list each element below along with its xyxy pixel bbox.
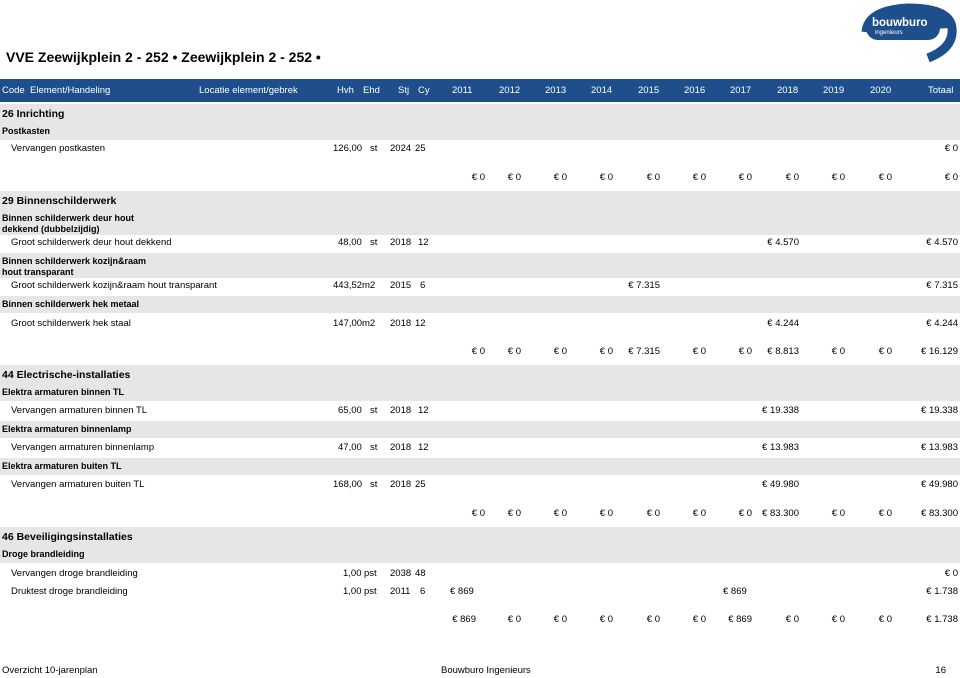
group-header: Elektra armaturen buiten TL <box>0 458 960 475</box>
col-2020: 2020 <box>870 85 892 96</box>
col-2018: 2018 <box>777 85 799 96</box>
col-totaal: Totaal <box>928 85 954 96</box>
group-header: Elektra armaturen binnen TL <box>0 384 960 401</box>
col-2011: 2011 <box>452 85 473 96</box>
col-element: Element/Handeling <box>30 85 111 96</box>
section-header: 26 Inrichting <box>0 104 960 123</box>
col-ehd: Ehd <box>363 85 380 96</box>
group-header: Droge brandleiding <box>0 546 960 563</box>
table-row: Druktest droge brandleiding 1,00 pst 201… <box>11 586 958 597</box>
page-number: 16 <box>935 665 946 676</box>
group-header: Postkasten <box>0 123 960 140</box>
table-row: Vervangen armaturen buiten TL 168,00 st … <box>11 479 958 490</box>
col-2015: 2015 <box>638 85 660 96</box>
section-header: 29 Binnenschilderwerk <box>0 191 960 210</box>
totals-row: € 0 € 0 € 0 € 0 € 7.315 € 0 € 0 € 8.813 … <box>471 346 958 357</box>
table-row: Vervangen droge brandleiding 1,00 pst 20… <box>11 568 958 579</box>
group-header: Binnen schilderwerk deur hout dekkend (d… <box>0 210 960 235</box>
table-row: Vervangen armaturen binnenlamp 47,00 st … <box>11 442 958 453</box>
totals-row: € 0 € 0 € 0 € 0 € 0 € 0 € 0 € 0 € 0 € 0 … <box>471 172 958 183</box>
col-2017: 2017 <box>730 85 752 96</box>
col-2019: 2019 <box>823 85 845 96</box>
col-2013: 2013 <box>545 85 567 96</box>
col-code: Code <box>2 85 25 96</box>
col-locatie: Locatie element/gebrek <box>199 85 298 96</box>
group-header: Binnen schilderwerk hek metaal <box>0 296 960 313</box>
table-row: Groot schilderwerk deur hout dekkend 48,… <box>11 237 958 248</box>
group-header: Binnen schilderwerk kozijn&raam hout tra… <box>0 253 960 278</box>
table-row: Groot schilderwerk hek staal 147,00 m2 2… <box>11 318 958 329</box>
footer-center: Bouwburo Ingenieurs <box>441 665 531 676</box>
logo-name: bouwburo <box>872 17 928 29</box>
group-header: Elektra armaturen binnenlamp <box>0 421 960 438</box>
table-row: Vervangen postkasten 126,00 st 2024 25 €… <box>11 143 958 154</box>
table-header: Code Element/Handeling Locatie element/g… <box>0 79 960 102</box>
section-header: 44 Electrische-installaties <box>0 365 960 384</box>
table-row: Vervangen armaturen binnen TL 65,00 st 2… <box>11 405 958 416</box>
col-2014: 2014 <box>591 85 613 96</box>
col-cy: Cy <box>418 85 430 96</box>
totals-row: € 0 € 0 € 0 € 0 € 0 € 0 € 0 € 83.300 € 0… <box>471 508 958 519</box>
col-hvh: Hvh <box>337 85 354 96</box>
bouwburo-logo <box>861 3 957 63</box>
page-footer: Overzicht 10-jarenplan Bouwburo Ingenieu… <box>0 663 960 677</box>
footer-left: Overzicht 10-jarenplan <box>2 665 98 676</box>
table-row: Groot schilderwerk kozijn&raam hout tran… <box>11 280 958 291</box>
col-2016: 2016 <box>684 85 706 96</box>
col-stj: Stj <box>398 85 410 96</box>
page-title: VVE Zeewijkplein 2 - 252 • Zeewijkplein … <box>6 49 321 65</box>
section-header: 46 Beveiligingsinstallaties <box>0 527 960 546</box>
logo-sub: ingenieurs <box>875 30 903 36</box>
col-2012: 2012 <box>499 85 521 96</box>
totals-row: € 869 € 0 € 0 € 0 € 0 € 0 € 869 € 0 € 0 … <box>452 614 958 625</box>
